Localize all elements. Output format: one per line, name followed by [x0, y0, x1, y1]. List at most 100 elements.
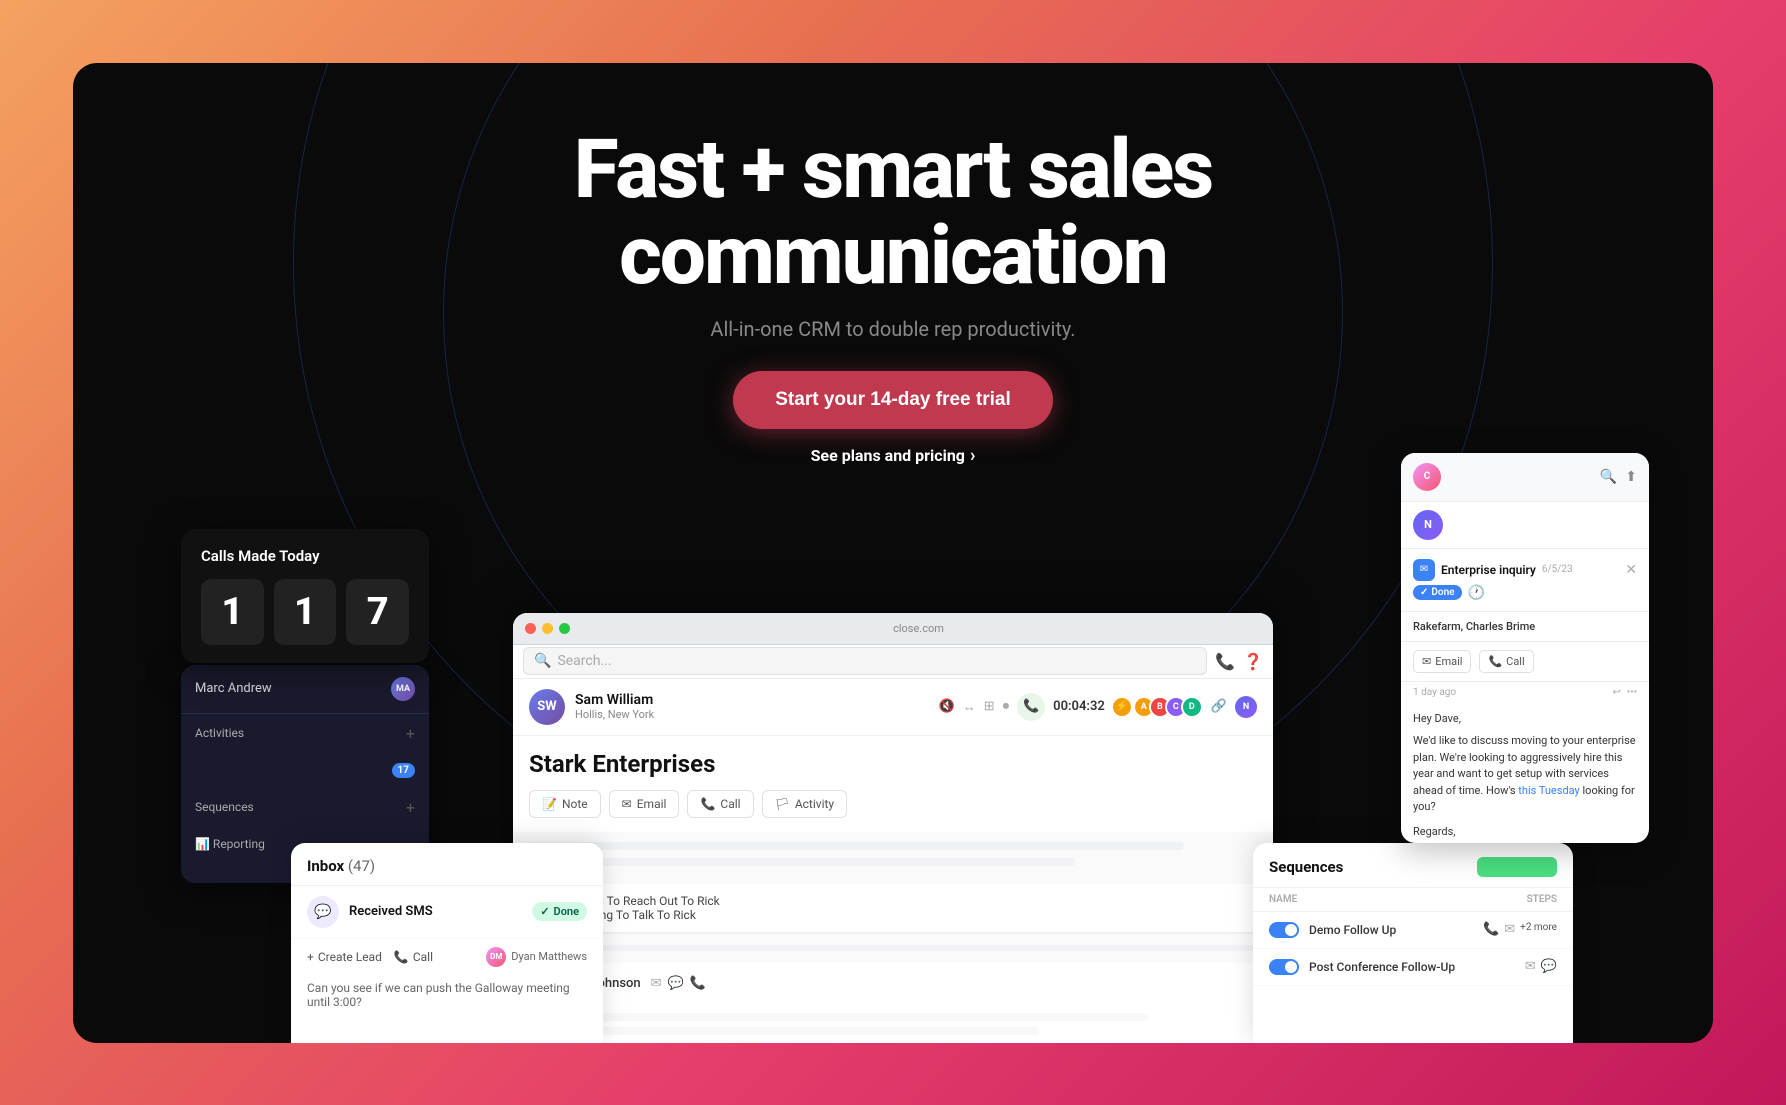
- chat-mini-icon[interactable]: 💬: [668, 976, 684, 991]
- search-panel-icon[interactable]: 🔍: [1600, 469, 1617, 485]
- seq-icons-1: 📞 ✉ +2 more: [1483, 922, 1557, 937]
- avatar-4: D: [1181, 696, 1203, 718]
- email-reply-btn[interactable]: ✉ Email: [1413, 650, 1471, 673]
- crm-body: 🔍 Search... 📞 ❓ SW Sam William Hollis, N…: [513, 645, 1273, 1043]
- email-panel-header: C 🔍 ⬆: [1401, 453, 1649, 502]
- email-icon: ✉: [622, 797, 632, 811]
- seq-toggle-1[interactable]: [1269, 922, 1299, 938]
- sequences-table-header: NAME STEPS: [1253, 888, 1573, 912]
- crm-titlebar: close.com: [513, 613, 1273, 645]
- hero-section: Fast + smart sales communication All-in-…: [574, 63, 1213, 466]
- phone-mini-icon[interactable]: 📞: [690, 976, 706, 991]
- seq-toggle-2[interactable]: [1269, 959, 1299, 975]
- upload-panel-icon[interactable]: ⬆: [1625, 469, 1637, 485]
- phone-seq-icon: 📞: [1483, 922, 1499, 937]
- contact-icons: ✉ 💬 📞: [651, 976, 706, 991]
- main-card: Fast + smart sales communication All-in-…: [73, 63, 1713, 1043]
- inquiry-title: Enterprise inquiry: [1441, 563, 1536, 577]
- company-name: Stark Enterprises: [529, 750, 1257, 778]
- minimize-dot[interactable]: [542, 623, 553, 634]
- activity-area: [513, 832, 1273, 884]
- email-icon-small: ✉: [1422, 655, 1431, 668]
- grid-icon[interactable]: ⊞: [984, 699, 995, 714]
- contact-info: Sam William Hollis, New York: [575, 692, 929, 721]
- call-icon-action: 📞: [700, 797, 715, 811]
- sidebar-item-activities[interactable]: Activities +: [181, 714, 429, 753]
- sequences-add-btn[interactable]: [1477, 857, 1557, 877]
- sidebar-item-badge[interactable]: 17: [181, 753, 429, 788]
- inbox-sms-item[interactable]: 💬 Received SMS ✓ Done: [291, 886, 603, 939]
- crm-user-avatar: N: [1235, 696, 1257, 718]
- plans-link[interactable]: See plans and pricing ›: [574, 445, 1213, 466]
- time-ago: 1 day ago ↩ •••: [1401, 682, 1649, 703]
- close-dot[interactable]: [525, 623, 536, 634]
- sequence-row-1[interactable]: Demo Follow Up 📞 ✉ +2 more: [1253, 912, 1573, 949]
- more-icon[interactable]: •••: [1627, 687, 1637, 698]
- inquiry-date: 6/5/23: [1542, 564, 1573, 575]
- activity-icon: 🏳: [775, 797, 790, 811]
- email-panel-avatar: C: [1413, 463, 1441, 491]
- search-bar[interactable]: 🔍 Search...: [523, 647, 1207, 675]
- note-button[interactable]: 📝 Note: [529, 790, 601, 818]
- phone-icon[interactable]: 📞: [1215, 652, 1235, 671]
- sequences-title: Sequences: [1269, 858, 1469, 876]
- email-mini-icon[interactable]: ✉: [651, 976, 662, 991]
- calls-digit-3: 7: [346, 579, 409, 645]
- call-controls: 🔇 ↔ ⊞ ⏺ 📞 00:04:32 ⚡ A B C D: [939, 693, 1257, 721]
- create-lead-button[interactable]: + Create Lead: [307, 950, 382, 964]
- inbox-assignee: DM Dyan Matthews: [486, 947, 587, 967]
- activity-button[interactable]: 🏳 Activity: [762, 790, 848, 818]
- contact-avatar: SW: [529, 689, 565, 725]
- email-signoff: Regards, Charles: [1413, 824, 1637, 843]
- contact-location: Hollis, New York: [575, 708, 929, 721]
- calls-digit-2: 1: [274, 579, 337, 645]
- sidebar-mini-header: Marc Andrew MA: [181, 665, 429, 714]
- crm-window: close.com 🔍 Search... 📞 ❓ SW: [513, 613, 1273, 1043]
- email-user-avatar: N: [1413, 510, 1443, 540]
- seq-name-1: Demo Follow Up: [1309, 923, 1473, 937]
- inquiry-icon: ✉: [1413, 559, 1435, 581]
- email-button[interactable]: ✉ Email: [609, 790, 680, 818]
- call-reply-btn[interactable]: 📞 Call: [1479, 650, 1533, 673]
- tuesday-link[interactable]: this Tuesday: [1518, 784, 1579, 797]
- skeleton-rows: [513, 1005, 1273, 1043]
- screenshots-area: Calls Made Today 1 1 7 Marc Andrew MA Ac…: [73, 523, 1713, 1043]
- skeleton-line-2: [529, 858, 1075, 866]
- lightning-icon: ⚡: [1113, 698, 1131, 716]
- inbox-note: Can you see if we can push the Galloway …: [291, 975, 603, 1015]
- crm-main: 🔍 Search... 📞 ❓ SW Sam William Hollis, N…: [513, 645, 1273, 1043]
- sidebar-item-sequences[interactable]: Sequences +: [181, 788, 429, 827]
- transfer-icon[interactable]: ↔: [963, 699, 976, 715]
- maximize-dot[interactable]: [559, 623, 570, 634]
- inbox-actions: + Create Lead 📞 Call DM Dyan Matthews: [291, 939, 603, 975]
- link-icon[interactable]: 🔗: [1211, 699, 1227, 714]
- email-seq-icon: ✉: [1504, 922, 1515, 937]
- search-placeholder: Search...: [557, 653, 611, 669]
- sequence-row-2[interactable]: Post Conference Follow-Up ✉ 💬: [1253, 949, 1573, 986]
- reply-icon[interactable]: ↩: [1612, 687, 1620, 698]
- mute-icon[interactable]: 🔇: [939, 699, 955, 714]
- assignee-avatar: DM: [486, 947, 506, 967]
- contacts-skeleton: [602, 945, 1257, 951]
- active-call-icon[interactable]: 📞: [1017, 693, 1045, 721]
- calls-today-card: Calls Made Today 1 1 7: [181, 529, 429, 663]
- seq-icons-2: ✉ 💬: [1525, 959, 1557, 974]
- clock-icon: 🕐: [1468, 585, 1485, 601]
- contact-row-item[interactable]: EJ Eric Johnson ✉ 💬 📞: [513, 963, 1273, 1005]
- chat-seq-icon: 💬: [1541, 959, 1557, 974]
- call-action-button[interactable]: 📞 Call: [687, 790, 753, 818]
- done-badge-blue[interactable]: ✓ Done: [1413, 585, 1462, 600]
- record-icon[interactable]: ⏺: [1003, 699, 1010, 714]
- call-button[interactable]: 📞 Call: [394, 950, 433, 964]
- sequences-header: Sequences: [1253, 843, 1573, 888]
- company-section: Stark Enterprises 📝 Note ✉ Email: [513, 736, 1273, 832]
- help-icon[interactable]: ❓: [1243, 652, 1263, 671]
- cta-button[interactable]: Start your 14-day free trial: [733, 371, 1052, 429]
- skeleton-line-1: [529, 842, 1184, 850]
- plus-icon-2: +: [406, 798, 415, 817]
- inquiry-close-icon[interactable]: ✕: [1625, 562, 1637, 578]
- sidebar-avatar: MA: [391, 677, 415, 701]
- badge-17: 17: [392, 763, 415, 778]
- sidebar-user-name: Marc Andrew: [195, 681, 272, 696]
- sms-icon: 💬: [307, 896, 339, 928]
